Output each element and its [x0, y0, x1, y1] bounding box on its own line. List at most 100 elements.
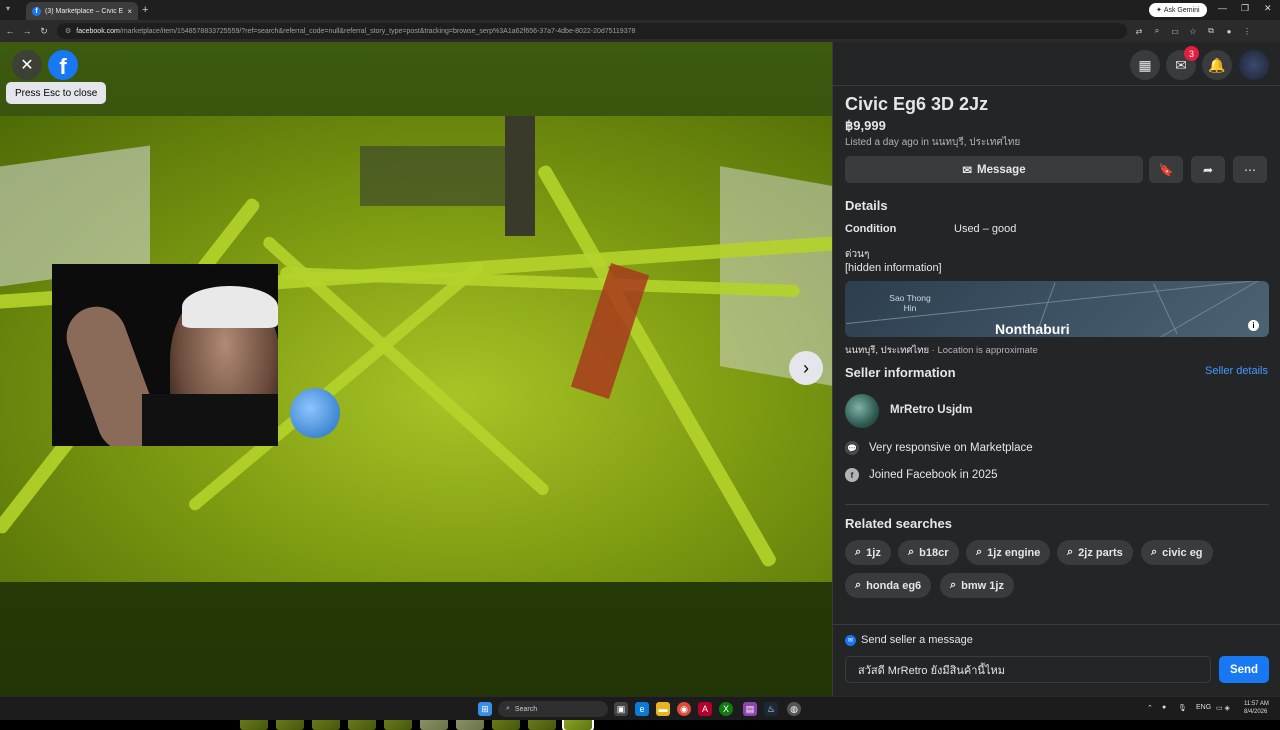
new-tab-button[interactable]: + — [142, 4, 148, 16]
seller-name[interactable]: MrRetro Usjdm — [890, 404, 972, 416]
chevron-right-icon: › — [803, 357, 809, 378]
browser-tab[interactable]: f (3) Marketplace – Civic Eg6 3D × — [26, 2, 138, 20]
browser-tab-strip: ▾ f (3) Marketplace – Civic Eg6 3D × + ✦… — [0, 0, 1280, 20]
reload-icon[interactable]: ↻ — [37, 24, 51, 38]
restore-icon[interactable]: ❐ — [1241, 3, 1249, 14]
messenger-icon: ✉ — [962, 164, 973, 177]
seller-responsive: Very responsive on Marketplace — [869, 442, 1033, 454]
messenger-icon: ✉ — [845, 634, 856, 646]
tab-close-icon[interactable]: × — [127, 7, 132, 16]
seller-joined: Joined Facebook in 2025 — [869, 469, 998, 481]
condition-label: Condition — [845, 223, 897, 235]
location-name: นนทบุรี, ประเทศไทย — [845, 345, 930, 356]
related-search-chip[interactable]: ⌕ 2jz parts — [1057, 540, 1133, 565]
search-icon: ⌕ — [1151, 546, 1158, 558]
message-input[interactable]: สวัสดี MrRetro ยังมีสินค้านี้ไหม — [845, 656, 1211, 683]
listing-details-panel: ▦ ✉ 🔔 Civic Eg6 3D 2Jz ฿9,999 Listed a d… — [832, 42, 1280, 696]
close-viewer-button[interactable]: ✕ — [12, 50, 42, 80]
description-hidden: [hidden information] — [845, 262, 942, 274]
bookmark-star-icon[interactable]: ☆ — [1187, 25, 1199, 37]
window-close-icon[interactable]: ✕ — [1264, 3, 1272, 14]
webcam-overlay — [52, 264, 278, 446]
listed-location-link[interactable]: นนทบุรี, ประเทศไทย — [932, 137, 1020, 148]
listing-meta: Listed a day ago in นนทบุรี, ประเทศไทย — [845, 135, 1020, 150]
account-avatar[interactable] — [1239, 50, 1269, 80]
start-icon[interactable]: ⊞ — [478, 702, 492, 716]
facebook-top-bar: ▦ ✉ 🔔 — [833, 42, 1280, 86]
roof-mount — [505, 116, 535, 236]
webcam-person-cap — [182, 286, 278, 328]
related-search-chip[interactable]: ⌕ 1jz — [845, 540, 891, 565]
chrome-icon[interactable]: ◉ — [677, 702, 691, 716]
url-path: /marketplace/item/1548578833725559/?ref=… — [119, 27, 636, 35]
map-info-icon[interactable]: i — [1248, 320, 1259, 331]
related-search-label: civic eg — [1162, 546, 1203, 559]
related-search-chip[interactable]: ⌕ 1jz engine — [966, 540, 1051, 565]
forward-icon[interactable]: → — [20, 24, 34, 38]
listed-time: Listed a day ago in — [845, 137, 932, 148]
location-line: นนทบุรี, ประเทศไทย · Location is approxi… — [845, 343, 1038, 358]
translate-icon[interactable]: ⇄ — [1133, 25, 1145, 37]
microphone-icon[interactable]: 🎙 — [1178, 704, 1187, 712]
menu-grid-icon[interactable]: ▦ — [1130, 50, 1160, 80]
ask-gemini-button[interactable]: ✦ Ask Gemini — [1149, 3, 1207, 17]
search-icon: ⌕ — [506, 705, 510, 712]
message-button[interactable]: ✉ Message — [845, 156, 1143, 183]
back-icon[interactable]: ← — [3, 24, 17, 38]
extensions-icon[interactable]: ⧉ — [1205, 25, 1217, 37]
tray-chevron-icon[interactable]: ⌃ — [1147, 704, 1153, 712]
search-icon: ⌕ — [855, 546, 862, 558]
rear-window — [360, 146, 520, 206]
app-icon[interactable]: ▤ — [743, 702, 757, 716]
notifications-bell-icon[interactable]: 🔔 — [1202, 50, 1232, 80]
tab-search-icon[interactable]: ▾ — [6, 4, 18, 16]
ellipsis-icon: ⋯ — [1244, 162, 1256, 177]
related-search-label: 1jz engine — [987, 546, 1041, 559]
location-map[interactable]: Sao Thong Hin Nonthaburi i — [845, 281, 1269, 337]
close-icon: ✕ — [20, 57, 34, 74]
steam-icon[interactable]: ♨ — [764, 702, 778, 716]
windows-taskbar: ⊞ ⌕ Search ▣ e ▬ ◉ A X ▤ ♨ ◍ ⌃ ● 🎙 ENG ▭ … — [0, 696, 1280, 720]
related-search-chip[interactable]: ⌕ b18cr — [898, 540, 959, 565]
url-host: facebook.com — [76, 27, 120, 35]
next-photo-button[interactable]: › — [789, 351, 823, 385]
seller-joined-row: f Joined Facebook in 2025 — [845, 468, 998, 482]
taskbar-clock[interactable]: 11:57 AM 8/4/2026 — [1244, 700, 1269, 716]
save-button[interactable]: 🔖 — [1149, 156, 1183, 183]
send-button[interactable]: Send — [1219, 656, 1269, 683]
acrobat-icon[interactable]: A — [698, 702, 712, 716]
related-search-chip[interactable]: ⌕ bmw 1jz — [940, 573, 1014, 598]
related-search-chip[interactable]: ⌕ honda eg6 — [845, 573, 932, 598]
profile-icon[interactable]: ● — [1223, 25, 1235, 37]
taskbar-search[interactable]: ⌕ Search — [498, 701, 608, 717]
address-bar[interactable]: ⚙ facebook.com /marketplace/item/1548578… — [57, 23, 1127, 39]
app-icon[interactable]: ◍ — [787, 702, 801, 716]
close-tooltip: Press Esc to close — [6, 82, 107, 104]
search-icon: ⌕ — [855, 579, 862, 591]
related-search-label: b18cr — [919, 546, 949, 559]
file-explorer-icon[interactable]: ▬ — [656, 702, 670, 716]
edge-icon[interactable]: e — [635, 702, 649, 716]
browser-menu-icon[interactable]: ⋮ — [1241, 25, 1253, 37]
map-road — [1153, 283, 1178, 335]
seller-avatar[interactable] — [845, 394, 879, 428]
facebook-logo[interactable]: f — [48, 50, 78, 80]
language-indicator[interactable]: ENG — [1196, 704, 1211, 711]
xbox-icon[interactable]: X — [719, 702, 733, 716]
share-button[interactable]: ➦ — [1191, 156, 1225, 183]
facebook-favicon-icon: f — [32, 6, 41, 16]
more-options-button[interactable]: ⋯ — [1233, 156, 1267, 183]
message-button-label: Message — [977, 163, 1026, 176]
minimize-icon[interactable]: — — [1218, 3, 1227, 13]
tray-app-icon[interactable]: ● — [1162, 704, 1166, 711]
seller-details-link[interactable]: Seller details — [1205, 365, 1268, 377]
zoom-icon[interactable]: ⌕ — [1151, 25, 1163, 37]
task-view-icon[interactable]: ▣ — [614, 702, 628, 716]
condition-value: Used – good — [954, 223, 1017, 235]
network-volume-icon[interactable]: ▭ ◈ — [1216, 704, 1230, 712]
cast-icon[interactable]: ▭ — [1169, 25, 1181, 37]
site-info-icon[interactable]: ⚙ — [65, 27, 71, 35]
related-search-chip[interactable]: ⌕ civic eg — [1141, 540, 1213, 565]
map-label-sao-thong-hin: Sao Thong Hin — [889, 293, 931, 313]
photo-viewer — [0, 42, 832, 730]
